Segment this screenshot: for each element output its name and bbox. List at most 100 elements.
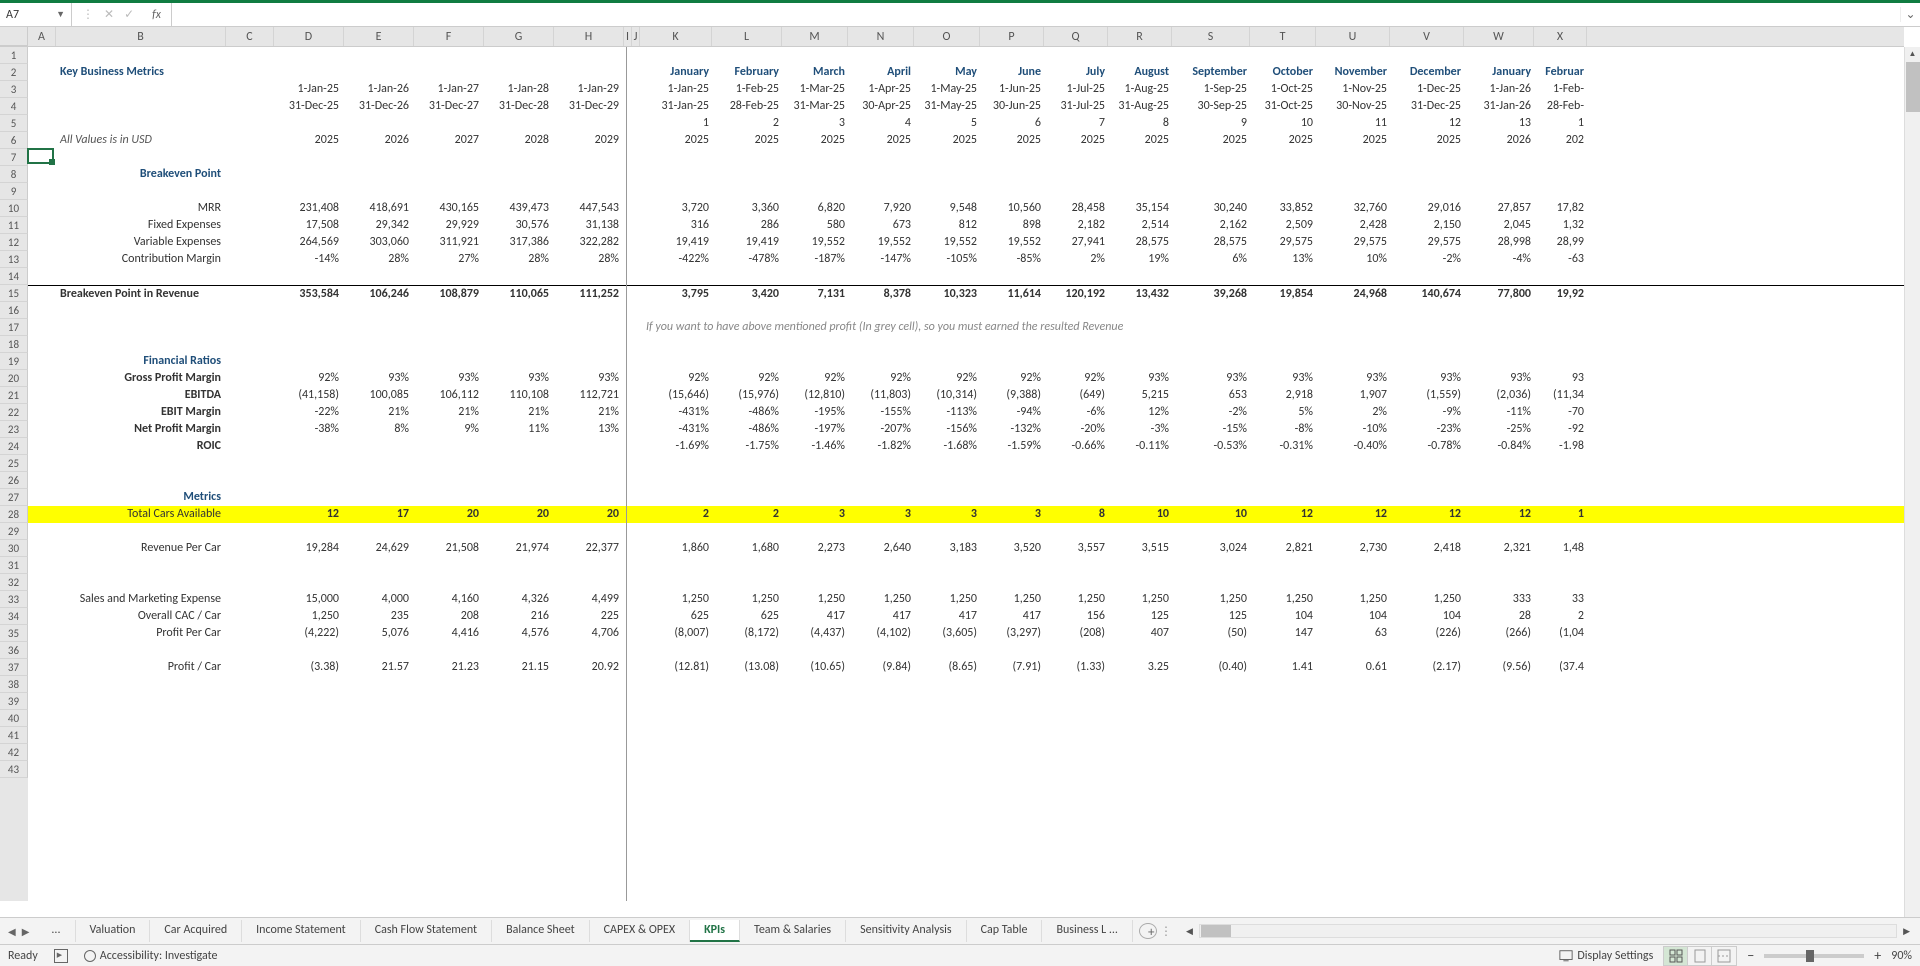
cell[interactable]: 1,250	[784, 591, 850, 608]
cell[interactable]: 2,045	[1466, 217, 1536, 234]
cell[interactable]	[1466, 676, 1536, 693]
cell[interactable]	[642, 676, 714, 693]
cell[interactable]: 31-Dec-27	[414, 98, 484, 115]
cell[interactable]: 3	[784, 506, 850, 523]
cell[interactable]	[1252, 727, 1318, 744]
history-icon[interactable]: ⋮	[82, 7, 94, 22]
row-header[interactable]: 42	[0, 744, 28, 761]
cell[interactable]: 104	[1392, 608, 1466, 625]
zoom-out-button[interactable]: −	[1747, 947, 1754, 964]
cell[interactable]	[1046, 693, 1110, 710]
cell[interactable]	[633, 268, 642, 285]
cell[interactable]: 430,165	[414, 200, 484, 217]
cell[interactable]	[226, 489, 274, 506]
cell[interactable]	[1392, 268, 1466, 285]
cell[interactable]	[28, 268, 56, 285]
cell[interactable]	[850, 455, 916, 472]
cell[interactable]	[642, 574, 714, 591]
cell[interactable]	[1318, 574, 1392, 591]
cell[interactable]: -0.11%	[1110, 438, 1174, 455]
cell[interactable]: 27,857	[1466, 200, 1536, 217]
cell[interactable]	[28, 132, 56, 149]
cell[interactable]	[850, 693, 916, 710]
cell[interactable]: -105%	[916, 251, 982, 268]
cell[interactable]	[1110, 166, 1174, 183]
cell[interactable]	[1466, 47, 1536, 64]
cell[interactable]	[56, 336, 226, 353]
cell[interactable]: 28%	[484, 251, 554, 268]
cell[interactable]	[1046, 166, 1110, 183]
cell[interactable]	[1046, 336, 1110, 353]
select-all-corner[interactable]	[0, 27, 28, 46]
cell[interactable]	[274, 319, 344, 336]
column-header[interactable]: T	[1250, 27, 1316, 46]
cell[interactable]: 1,32	[1536, 217, 1589, 234]
cell[interactable]: 1,680	[714, 540, 784, 557]
cell[interactable]	[1392, 761, 1466, 778]
cell[interactable]	[344, 676, 414, 693]
cell[interactable]	[1392, 353, 1466, 370]
cell[interactable]	[714, 557, 784, 574]
cell[interactable]	[714, 268, 784, 285]
cell[interactable]: (8.65)	[916, 659, 982, 676]
column-header[interactable]: G	[484, 27, 554, 46]
cell[interactable]	[28, 727, 56, 744]
page-break-view-button[interactable]	[1712, 947, 1736, 965]
cell[interactable]	[554, 727, 624, 744]
column-header[interactable]: W	[1464, 27, 1534, 46]
sheet-tab[interactable]: Balance Sheet	[492, 920, 590, 942]
cell[interactable]	[916, 574, 982, 591]
cell[interactable]	[916, 727, 982, 744]
cell[interactable]: 31-May-25	[916, 98, 982, 115]
cell[interactable]: Sales and Marketing Expense	[56, 591, 226, 608]
cell[interactable]	[344, 166, 414, 183]
cell[interactable]	[226, 81, 274, 98]
cell[interactable]: 92%	[916, 370, 982, 387]
sheet-tab[interactable]: KPIs	[690, 920, 740, 942]
cell[interactable]: Metrics	[56, 489, 226, 506]
cell[interactable]	[784, 557, 850, 574]
cell[interactable]: Fixed Expenses	[56, 217, 226, 234]
cell[interactable]	[916, 693, 982, 710]
cell[interactable]	[1392, 183, 1466, 200]
column-header[interactable]: C	[226, 27, 274, 46]
cell[interactable]: 33	[1536, 591, 1589, 608]
cell[interactable]: (1.33)	[1046, 659, 1110, 676]
cell[interactable]: (9.56)	[1466, 659, 1536, 676]
cell[interactable]	[56, 455, 226, 472]
cell[interactable]: 29,575	[1392, 234, 1466, 251]
cell[interactable]	[982, 574, 1046, 591]
cell[interactable]: 1,250	[982, 591, 1046, 608]
cell[interactable]	[633, 98, 642, 115]
cell[interactable]: 92%	[274, 370, 344, 387]
cell[interactable]	[642, 336, 714, 353]
cell[interactable]: 3,520	[982, 540, 1046, 557]
cell[interactable]	[642, 149, 714, 166]
cell[interactable]	[274, 523, 344, 540]
cell[interactable]: 112,721	[554, 387, 624, 404]
cell[interactable]	[274, 727, 344, 744]
cell[interactable]	[414, 64, 484, 81]
tab-navigation[interactable]: ◀ ▶	[0, 924, 37, 939]
cell[interactable]	[226, 47, 274, 64]
cell[interactable]: (11,803)	[850, 387, 916, 404]
cell[interactable]: 12	[1318, 506, 1392, 523]
row-header[interactable]: 11	[0, 217, 28, 234]
cell[interactable]	[1392, 149, 1466, 166]
hscroll-right-icon[interactable]: ▶	[1901, 926, 1912, 937]
cell[interactable]	[28, 166, 56, 183]
cell[interactable]	[1466, 761, 1536, 778]
cell[interactable]	[28, 506, 56, 523]
cell[interactable]: 673	[850, 217, 916, 234]
cell[interactable]	[28, 353, 56, 370]
cell[interactable]	[1536, 353, 1589, 370]
cell[interactable]: 28	[1466, 608, 1536, 625]
cell[interactable]	[344, 438, 414, 455]
cell[interactable]	[1466, 710, 1536, 727]
cell[interactable]	[982, 149, 1046, 166]
cell[interactable]	[56, 744, 226, 761]
scroll-up-icon[interactable]: ▲	[1905, 47, 1920, 61]
cell[interactable]	[484, 557, 554, 574]
cell[interactable]: 7	[1046, 115, 1110, 132]
cell[interactable]	[484, 183, 554, 200]
